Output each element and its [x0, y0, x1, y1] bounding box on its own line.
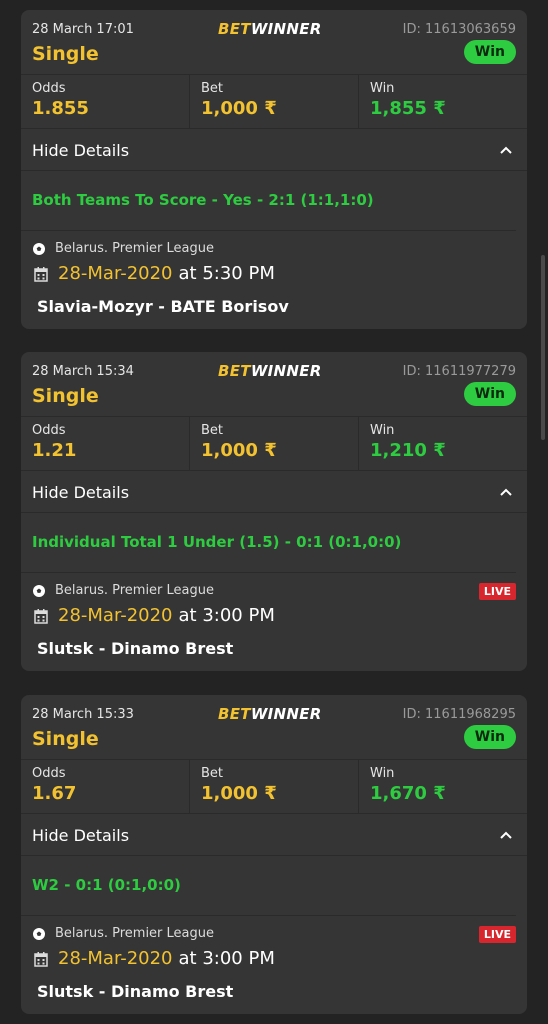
- bet-card-header: 28 March 15:33 BETWINNER ID: 11611968295…: [21, 695, 527, 759]
- betwinner-logo: BETWINNER: [218, 705, 322, 723]
- bet-date: 28 March 15:33: [32, 707, 134, 722]
- odds-value: 1.855: [32, 98, 89, 119]
- bet-label: Bet: [201, 81, 224, 96]
- league-name: Belarus. Premier League: [55, 241, 215, 256]
- bet-type: Single: [32, 385, 99, 407]
- bet-card-header: 28 March 17:01 BETWINNER ID: 11613063659…: [21, 10, 527, 74]
- betwinner-logo: BETWINNER: [218, 20, 322, 38]
- football-icon: [33, 927, 45, 940]
- bet-card[interactable]: 28 March 17:01 BETWINNER ID: 11613063659…: [21, 10, 527, 329]
- bet-value: 1,000 ₹: [201, 98, 277, 119]
- win-value: 1,855 ₹: [370, 98, 446, 119]
- hide-details-label: Hide Details: [32, 483, 130, 502]
- chevron-up-icon: [500, 146, 512, 154]
- odds-cell: Odds 1.855: [21, 75, 190, 128]
- bet-date: 28 March 15:34: [32, 364, 134, 379]
- betwinner-logo: BETWINNER: [218, 362, 322, 380]
- bet-type: Single: [32, 43, 99, 65]
- football-icon: [33, 242, 45, 255]
- win-cell: Win 1,670 ₹: [359, 760, 527, 813]
- event-info: Belarus. Premier League 28-Mar-2020 at 5…: [21, 231, 527, 329]
- event-datetime: 28-Mar-2020 at 3:00 PM: [34, 948, 275, 969]
- hide-details-toggle[interactable]: Hide Details: [21, 128, 527, 171]
- bet-date: 28 March 17:01: [32, 22, 134, 37]
- live-badge: LIVE: [478, 926, 516, 943]
- event-date: 28-Mar-2020: [58, 263, 173, 284]
- bet-id: ID: 11613063659: [402, 22, 516, 37]
- win-label: Win: [370, 423, 395, 438]
- event-datetime: 28-Mar-2020 at 5:30 PM: [34, 263, 275, 284]
- win-value: 1,210 ₹: [370, 440, 446, 461]
- status-badge: Win: [463, 40, 516, 64]
- market-outcome: Both Teams To Score - Yes - 2:1 (1:1,1:0…: [21, 171, 516, 231]
- league-row: Belarus. Premier League: [32, 926, 214, 941]
- event-teams: Slutsk - Dinamo Brest: [37, 982, 234, 1001]
- scrollbar[interactable]: [541, 255, 545, 440]
- football-icon: [33, 584, 45, 597]
- odds-value: 1.21: [32, 440, 77, 461]
- bet-card[interactable]: 28 March 15:34 BETWINNER ID: 11611977279…: [21, 352, 527, 671]
- bet-type: Single: [32, 728, 99, 750]
- market-outcome: Individual Total 1 Under (1.5) - 0:1 (0:…: [21, 513, 516, 573]
- calendar-icon: [34, 608, 48, 624]
- league-row: Belarus. Premier League: [32, 241, 214, 256]
- odds-cell: Odds 1.67: [21, 760, 190, 813]
- live-badge: LIVE: [478, 583, 516, 600]
- league-row: Belarus. Premier League: [32, 583, 214, 598]
- market-outcome: W2 - 0:1 (0:1,0:0): [21, 856, 516, 916]
- event-datetime: 28-Mar-2020 at 3:00 PM: [34, 605, 275, 626]
- hide-details-label: Hide Details: [32, 141, 130, 160]
- odds-label: Odds: [32, 766, 66, 781]
- bet-cell: Bet 1,000 ₹: [190, 75, 359, 128]
- bet-stats: Odds 1.67 Bet 1,000 ₹ Win 1,670 ₹: [21, 759, 527, 813]
- bet-id: ID: 11611977279: [402, 364, 516, 379]
- event-time: at 5:30 PM: [178, 263, 275, 284]
- win-label: Win: [370, 81, 395, 96]
- event-teams: Slutsk - Dinamo Brest: [37, 639, 234, 658]
- odds-value: 1.67: [32, 783, 77, 804]
- league-name: Belarus. Premier League: [55, 926, 215, 941]
- bet-card[interactable]: 28 March 15:33 BETWINNER ID: 11611968295…: [21, 695, 527, 1014]
- bet-label: Bet: [201, 766, 224, 781]
- bet-stats: Odds 1.21 Bet 1,000 ₹ Win 1,210 ₹: [21, 416, 527, 470]
- status-badge: Win: [463, 382, 516, 406]
- win-cell: Win 1,855 ₹: [359, 75, 527, 128]
- chevron-up-icon: [500, 831, 512, 839]
- event-date: 28-Mar-2020: [58, 605, 173, 626]
- hide-details-label: Hide Details: [32, 826, 130, 845]
- hide-details-toggle[interactable]: Hide Details: [21, 813, 527, 856]
- odds-cell: Odds 1.21: [21, 417, 190, 470]
- hide-details-toggle[interactable]: Hide Details: [21, 470, 527, 513]
- calendar-icon: [34, 266, 48, 282]
- calendar-icon: [34, 951, 48, 967]
- bet-stats: Odds 1.855 Bet 1,000 ₹ Win 1,855 ₹: [21, 74, 527, 128]
- win-cell: Win 1,210 ₹: [359, 417, 527, 470]
- win-label: Win: [370, 766, 395, 781]
- bet-cell: Bet 1,000 ₹: [190, 417, 359, 470]
- bet-value: 1,000 ₹: [201, 440, 277, 461]
- event-info: Belarus. Premier League LIVE 28-Mar-2020…: [21, 573, 527, 671]
- odds-label: Odds: [32, 423, 66, 438]
- event-date: 28-Mar-2020: [58, 948, 173, 969]
- event-teams: Slavia-Mozyr - BATE Borisov: [37, 297, 289, 316]
- chevron-up-icon: [500, 488, 512, 496]
- win-value: 1,670 ₹: [370, 783, 446, 804]
- odds-label: Odds: [32, 81, 66, 96]
- league-name: Belarus. Premier League: [55, 583, 215, 598]
- bet-cell: Bet 1,000 ₹: [190, 760, 359, 813]
- status-badge: Win: [463, 725, 516, 749]
- event-time: at 3:00 PM: [178, 948, 275, 969]
- bet-label: Bet: [201, 423, 224, 438]
- bet-card-header: 28 March 15:34 BETWINNER ID: 11611977279…: [21, 352, 527, 416]
- bet-id: ID: 11611968295: [402, 707, 516, 722]
- event-time: at 3:00 PM: [178, 605, 275, 626]
- event-info: Belarus. Premier League LIVE 28-Mar-2020…: [21, 916, 527, 1014]
- bet-value: 1,000 ₹: [201, 783, 277, 804]
